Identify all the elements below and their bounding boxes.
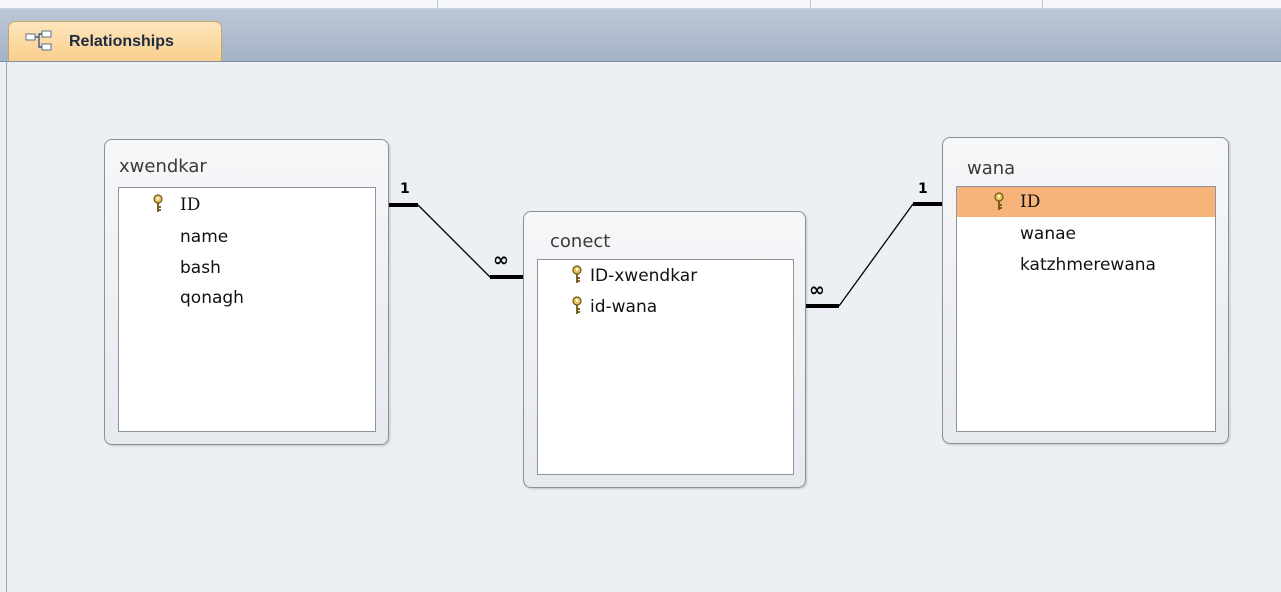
top-strip	[0, 0, 1281, 9]
field-name: ID	[180, 195, 201, 215]
field-name: katzhmerewana	[1020, 255, 1156, 275]
table-xwendkar[interactable]: xwendkar ID name bash qonagh	[104, 139, 389, 445]
field-row-bash[interactable]: bash	[119, 254, 375, 282]
field-name: ID	[1020, 192, 1041, 212]
field-name: id-wana	[590, 297, 658, 317]
cardinality-many-label: ∞	[493, 249, 509, 271]
field-row-id[interactable]: ID	[119, 191, 375, 219]
table-title: conect	[550, 231, 611, 252]
primary-key-icon	[994, 192, 1004, 210]
field-name: wanae	[1020, 224, 1076, 244]
relationships-icon	[25, 30, 52, 51]
primary-key-icon	[572, 265, 582, 283]
document-tab-bar: Relationships	[0, 9, 1281, 62]
field-row-qonagh[interactable]: qonagh	[119, 284, 375, 312]
cardinality-one-label: 1	[400, 181, 410, 197]
field-name: bash	[180, 258, 221, 278]
divider	[437, 0, 438, 8]
primary-key-icon	[153, 194, 163, 212]
divider	[1042, 0, 1043, 8]
field-name: ID-xwendkar	[590, 266, 698, 286]
field-row-id-wana[interactable]: id-wana	[538, 293, 793, 321]
cardinality-one-label: 1	[918, 181, 928, 197]
field-row-id-xwendkar[interactable]: ID-xwendkar	[538, 262, 793, 290]
field-row-wanae[interactable]: wanae	[957, 220, 1215, 248]
table-conect[interactable]: conect ID-xwendkar id-wana	[523, 211, 806, 488]
tab-label: Relationships	[69, 33, 174, 50]
field-row-name[interactable]: name	[119, 223, 375, 251]
divider	[810, 0, 811, 8]
table-title: xwendkar	[119, 156, 207, 177]
field-list[interactable]: ID-xwendkar id-wana	[537, 259, 794, 475]
table-title: wana	[967, 158, 1016, 179]
field-list[interactable]: ID name bash qonagh	[118, 187, 376, 432]
field-row-katzhmerewana[interactable]: katzhmerewana	[957, 251, 1215, 279]
primary-key-icon	[572, 296, 582, 314]
cardinality-many-label: ∞	[809, 279, 825, 301]
field-name: qonagh	[180, 288, 244, 308]
tab-relationships[interactable]: Relationships	[8, 21, 222, 61]
table-wana[interactable]: wana ID wanae katzhmerewana	[942, 137, 1229, 444]
canvas-border	[6, 61, 7, 592]
relationship-line-xwendkar-conect	[417, 204, 491, 278]
field-list[interactable]: ID wanae katzhmerewana	[956, 186, 1216, 432]
field-row-id-selected[interactable]: ID	[957, 187, 1215, 217]
relationship-line-wana-conect	[838, 203, 914, 307]
field-name: name	[180, 227, 229, 247]
